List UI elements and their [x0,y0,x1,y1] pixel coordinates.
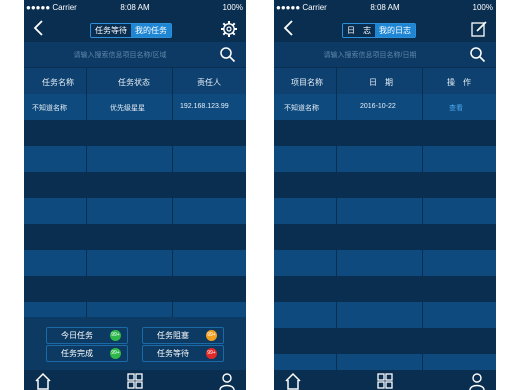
nav-bar: 任务等待 我的任务 [24,15,246,42]
empty-row [274,146,496,172]
empty-row [24,250,246,276]
empty-row [24,276,246,302]
tab-task-waiting[interactable]: 任务等待 [91,24,131,37]
tab-my-tasks[interactable]: 我的任务 [131,24,171,37]
bottom-tab-bar [24,370,246,390]
empty-row [24,302,246,317]
summary-blocked-tasks[interactable]: 任务阻塞 99+ [142,327,224,344]
summary-label: 任务等待 [157,349,189,358]
summary-label: 任务完成 [61,349,93,358]
count-badge: 99+ [110,330,121,341]
back-arrow-icon[interactable] [32,19,46,37]
count-badge: 99+ [206,330,217,341]
empty-row [274,198,496,224]
empty-row [274,172,496,198]
count-badge: 99+ [110,348,121,359]
empty-row [274,120,496,146]
empty-row [274,328,496,354]
status-bar: ●●●●● Carrier 8:08 AM 100% [274,0,496,15]
column-divider [86,67,87,317]
task-table: 任务名称 任务状态 责任人 不知道名称 优先级星星 192.168.123.99 [24,67,246,317]
log-screen: ●●●●● Carrier 8:08 AM 100% 日 志 我的日志 请输入搜… [274,0,496,390]
grid-icon[interactable] [376,372,394,390]
empty-row [274,250,496,276]
column-header-actions: 操 作 [447,78,471,87]
tab-logs[interactable]: 日 志 [343,24,375,37]
view-link[interactable]: 查看 [449,103,463,113]
count-badge: 99+ [206,348,217,359]
segment-control: 日 志 我的日志 [342,23,416,38]
column-header-task-status: 任务状态 [118,78,150,87]
user-icon[interactable] [468,372,486,390]
search-bar[interactable]: 请输入搜索信息项目名称/日期 [274,42,496,67]
tab-my-logs[interactable]: 我的日志 [375,24,415,37]
cell-owner: 192.168.123.99 [180,103,229,110]
nav-bar: 日 志 我的日志 [274,15,496,42]
segment-control: 任务等待 我的任务 [90,23,172,38]
search-input[interactable]: 请输入搜索信息项目名称/区域 [24,50,216,60]
cell-project-name: 不知道名称 [284,105,319,112]
search-icon[interactable] [219,46,236,63]
summary-today-tasks[interactable]: 今日任务 99+ [46,327,128,344]
column-header-owner: 责任人 [197,78,221,87]
column-divider [336,67,337,370]
grid-icon[interactable] [126,372,144,390]
summary-waiting-tasks[interactable]: 任务等待 99+ [142,345,224,362]
cell-task-status: 优先级星星 [110,105,145,112]
edit-icon[interactable] [470,20,488,38]
search-icon[interactable] [469,46,486,63]
column-header-project-name: 项目名称 [291,78,323,87]
empty-row [274,276,496,302]
status-bar: ●●●●● Carrier 8:08 AM 100% [24,0,246,15]
column-header-task-name: 任务名称 [42,78,74,87]
summary-label: 任务阻塞 [157,331,189,340]
column-divider [172,67,173,317]
time-label: 8:08 AM [370,3,400,12]
bottom-tab-bar [274,370,496,390]
table-header: 任务名称 任务状态 责任人 [24,67,246,95]
empty-row [24,120,246,146]
column-header-date: 日 期 [369,78,393,87]
table-header: 项目名称 日 期 操 作 [274,67,496,95]
summary-label: 今日任务 [61,331,93,340]
search-input[interactable]: 请输入搜索信息项目名称/日期 [274,50,466,60]
log-table: 项目名称 日 期 操 作 不知道名称 2016-10-22 查看 [274,67,496,380]
cell-date: 2016-10-22 [360,103,396,110]
gear-icon[interactable] [220,20,238,38]
table-row[interactable]: 不知道名称 2016-10-22 查看 [274,94,496,120]
back-arrow-icon[interactable] [282,19,296,37]
task-screen: ●●●●● Carrier 8:08 AM 100% 任务等待 我的任务 请输入… [24,0,246,390]
search-bar[interactable]: 请输入搜索信息项目名称/区域 [24,42,246,67]
empty-row [24,224,246,250]
cell-task-name: 不知道名称 [32,105,67,112]
task-summary-panel: 今日任务 99+ 任务阻塞 99+ 任务完成 99+ 任务等待 99+ [44,325,226,363]
empty-row [274,302,496,328]
empty-row [24,198,246,224]
table-row[interactable]: 不知道名称 优先级星星 192.168.123.99 [24,94,246,120]
battery-label: 100% [222,3,243,12]
empty-row [24,146,246,172]
user-icon[interactable] [218,372,236,390]
empty-row [24,172,246,198]
column-divider [422,67,423,370]
home-icon[interactable] [34,372,52,390]
time-label: 8:08 AM [120,3,150,12]
empty-row [274,224,496,250]
battery-label: 100% [472,3,493,12]
summary-completed-tasks[interactable]: 任务完成 99+ [46,345,128,362]
home-icon[interactable] [284,372,302,390]
